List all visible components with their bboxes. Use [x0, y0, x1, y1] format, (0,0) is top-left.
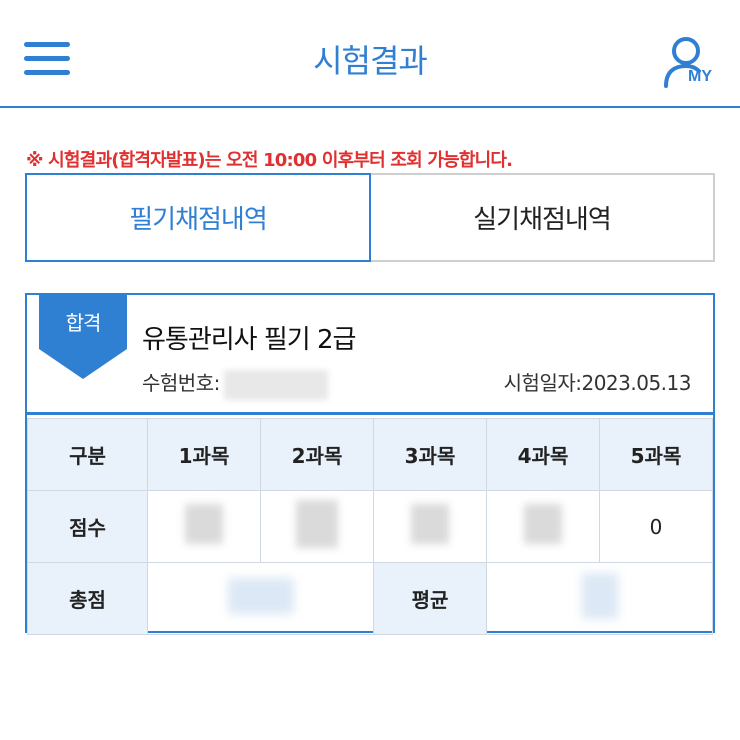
total-value-redacted	[147, 562, 374, 635]
score-cell-redacted	[147, 490, 261, 563]
total-label: 총점	[27, 562, 148, 635]
ribbon-icon	[39, 293, 127, 379]
tab-written-scores[interactable]: 필기채점내역	[25, 173, 371, 262]
table-row: 점수 0	[27, 490, 713, 563]
col-header: 2과목	[260, 418, 374, 491]
col-header: 1과목	[147, 418, 261, 491]
col-header: 3과목	[373, 418, 487, 491]
table-row: 총점 평균	[27, 562, 713, 635]
score-cell: 0	[599, 490, 713, 563]
exam-number-label: 수험번호:	[142, 371, 220, 395]
tab-bar: 필기채점내역 실기채점내역	[25, 173, 715, 262]
exam-number: 수험번호:	[142, 367, 328, 400]
col-header: 4과목	[486, 418, 600, 491]
notice-text: ※ 시험결과(합격자발표)는 오전 10:00 이후부터 조회 가능합니다.	[26, 150, 513, 171]
score-label: 점수	[27, 490, 148, 563]
score-table: 구분 1과목 2과목 3과목 4과목 5과목 점수 0 총점 평균	[27, 418, 713, 635]
exam-number-redacted	[223, 369, 328, 400]
pass-badge-label: 합격	[65, 311, 102, 335]
score-cell-redacted	[373, 490, 487, 563]
score-cell-redacted	[486, 490, 600, 563]
my-label: MY	[688, 68, 712, 85]
pass-badge: 합격	[39, 293, 127, 379]
col-header: 5과목	[599, 418, 713, 491]
score-cell-redacted	[260, 490, 374, 563]
average-label: 평균	[373, 562, 487, 635]
result-card-header: 합격 유통관리사 필기 2급 수험번호: 시험일자:2023.05.13	[27, 293, 713, 415]
exam-date: 시험일자:2023.05.13	[503, 371, 692, 395]
my-page-button[interactable]: MY	[662, 36, 722, 92]
exam-name: 유통관리사 필기 2급	[142, 325, 356, 355]
col-header: 구분	[27, 418, 148, 491]
result-card: 합격 유통관리사 필기 2급 수험번호: 시험일자:2023.05.13 구분 …	[25, 293, 715, 635]
table-header-row: 구분 1과목 2과목 3과목 4과목 5과목	[27, 418, 713, 491]
tab-practical-scores[interactable]: 실기채점내역	[371, 173, 715, 262]
app-header: 시험결과 MY	[0, 0, 740, 108]
page-title: 시험결과	[313, 42, 428, 80]
average-value-redacted	[486, 562, 713, 635]
